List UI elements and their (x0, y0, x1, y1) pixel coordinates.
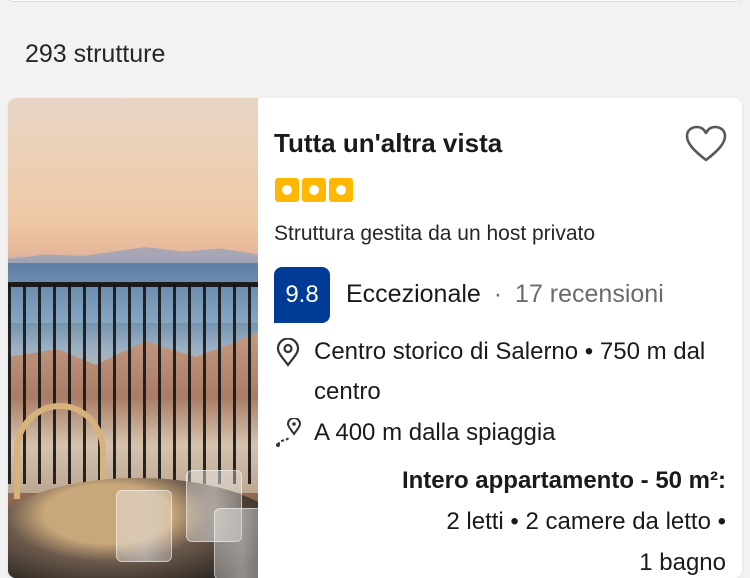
property-title[interactable]: Tutta un'altra vista (274, 128, 502, 159)
previous-card-edge (6, 0, 744, 2)
photo-glass (116, 490, 172, 562)
property-info: Tutta un'altra vista Struttura gestita d… (274, 98, 742, 578)
review-score-badge: 9.8 (274, 267, 330, 323)
route-pin-icon (276, 418, 302, 447)
unit-bathrooms: 1 bagno (639, 549, 726, 576)
star-rating (275, 178, 353, 202)
photo-glass (214, 508, 258, 578)
star-icon (275, 178, 299, 202)
reviews-count: 17 recensioni (515, 280, 664, 308)
location-row: Centro storico di Salerno • 750 m dal ce… (274, 332, 734, 412)
location-text[interactable]: Centro storico di Salerno • 750 m dal ce… (314, 332, 734, 412)
beach-row: A 400 m dalla spiaggia (274, 413, 734, 453)
host-label: Struttura gestita da un host privato (274, 222, 596, 245)
property-photo[interactable] (8, 98, 258, 578)
unit-title: Intero appartamento - 50 m²: (401, 467, 726, 494)
beach-distance: A 400 m dalla spiaggia (314, 419, 556, 446)
map-pin-icon (276, 338, 300, 367)
star-icon (302, 178, 326, 202)
rating-summary: Eccezionale · 17 recensioni (346, 280, 664, 309)
rating-word: Eccezionale (346, 280, 481, 308)
rating-separator: · (493, 280, 503, 308)
results-count: 293 strutture (25, 40, 166, 68)
star-icon (329, 178, 353, 202)
property-card[interactable]: Tutta un'altra vista Struttura gestita d… (8, 98, 742, 578)
unit-details: Intero appartamento - 50 m²: 2 letti • 2… (286, 460, 726, 578)
heart-outline-icon[interactable] (684, 122, 728, 166)
unit-rooms: 2 letti • 2 camere da letto • (446, 508, 726, 535)
